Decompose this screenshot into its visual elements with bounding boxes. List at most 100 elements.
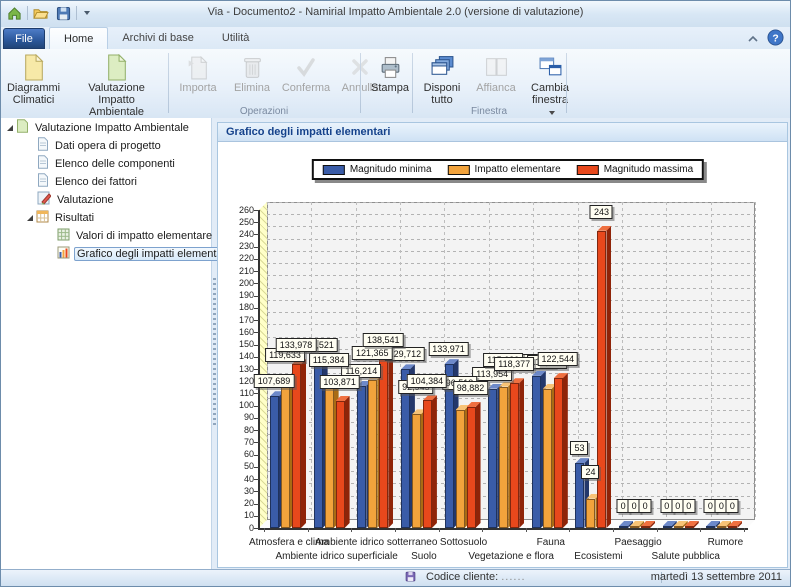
import-document-icon xyxy=(186,52,210,82)
file-menu-button[interactable]: File xyxy=(3,28,45,49)
expanded-triangle-icon[interactable] xyxy=(7,125,13,131)
gridline-vertical xyxy=(622,202,623,520)
bar xyxy=(663,526,672,528)
tree-item-elenco-delle-componenti[interactable]: Elenco delle componenti xyxy=(1,155,211,172)
y-axis-tick xyxy=(254,455,259,456)
y-axis-tick xyxy=(254,345,259,346)
navigation-tree: Valutazione Impatto Ambientale Dati oper… xyxy=(1,118,212,570)
y-axis-tick-label: 230 xyxy=(226,241,254,251)
stampa-button[interactable]: Stampa xyxy=(363,51,417,94)
tree-item-valori-di-impatto-elementare[interactable]: Valori di impatto elementare xyxy=(1,227,211,244)
y-axis-tick-label: 100 xyxy=(226,400,254,410)
collapse-ribbon-icon[interactable] xyxy=(747,31,759,49)
splitter-grip-icon xyxy=(213,278,216,428)
expanded-triangle-icon[interactable] xyxy=(27,215,33,221)
bar xyxy=(368,380,377,528)
x-axis-tick xyxy=(613,528,614,532)
y-axis-tick xyxy=(254,442,259,443)
gridline-vertical xyxy=(666,202,667,520)
x-axis-category-label: Suolo xyxy=(411,551,437,562)
x-axis-category-label: Paesaggio xyxy=(614,537,661,548)
gridline-horizontal xyxy=(267,251,755,252)
button-label: Diagrammi Climatici xyxy=(7,82,60,106)
affianca-button: Affianca xyxy=(469,51,523,94)
y-axis-tick-label: 60 xyxy=(226,449,254,459)
y-axis-tick-label: 210 xyxy=(226,266,254,276)
tree-item-risultati[interactable]: Risultati xyxy=(1,209,211,226)
window-title: Via - Documento2 - Namirial Impatto Ambi… xyxy=(1,6,790,18)
y-axis-tick-label: 150 xyxy=(226,339,254,349)
bar-side-face xyxy=(388,354,393,528)
tree-item-label: Grafico degli impatti elementari xyxy=(74,247,232,261)
legend-swatch-magnitudo-massima xyxy=(577,165,599,175)
tab-home[interactable]: Home xyxy=(49,27,108,50)
chart-plot: Magnitudo minima Impatto elementare Magn… xyxy=(218,142,787,567)
tab-archivi-di-base[interactable]: Archivi di base xyxy=(108,27,208,49)
document-green-icon xyxy=(105,52,129,82)
tree-item-valutazione-impatto-ambientale[interactable]: Valutazione Impatto Ambientale xyxy=(1,119,211,136)
x-axis-tick xyxy=(700,528,701,532)
table-icon xyxy=(36,210,49,226)
y-axis-tick xyxy=(254,467,259,468)
tree-item-dati-opera-di-progetto[interactable]: Dati opera di progetto xyxy=(1,137,211,154)
chart-legend: Magnitudo minima Impatto elementare Magn… xyxy=(312,159,704,180)
y-axis-tick xyxy=(254,210,259,211)
y-axis-tick-label: 180 xyxy=(226,302,254,312)
bar xyxy=(532,376,541,528)
y-axis-tick xyxy=(254,308,259,309)
y-axis-tick xyxy=(254,271,259,272)
grid-icon xyxy=(57,228,70,244)
bar-value-label: 0 xyxy=(639,499,652,513)
chart-panel: Grafico degli impatti elementari Magnitu… xyxy=(217,122,788,568)
elimina-button: Elimina xyxy=(225,51,279,94)
bar xyxy=(467,407,476,528)
client-code-value: ...... xyxy=(501,571,525,583)
x-axis-tick xyxy=(395,528,396,532)
bar xyxy=(292,364,301,528)
tab-utilita[interactable]: Utilità xyxy=(208,27,264,49)
x-axis-category-label: Ecosistemi xyxy=(574,551,622,562)
chart-icon xyxy=(57,246,70,262)
legend-swatch-magnitudo-minima xyxy=(323,165,345,175)
bar xyxy=(597,231,606,528)
bar xyxy=(685,526,694,528)
y-axis-tick xyxy=(254,491,259,492)
bar-value-label: 0 xyxy=(682,499,695,513)
bar-value-label: 133,971 xyxy=(428,342,469,356)
y-axis-tick-label: 90 xyxy=(226,412,254,422)
y-axis-tick-label: 240 xyxy=(226,229,254,239)
y-axis-tick xyxy=(254,504,259,505)
bar-value-label: 118,377 xyxy=(494,357,534,371)
conferma-button: Conferma xyxy=(279,51,333,94)
button-label: Conferma xyxy=(282,82,330,94)
y-axis-tick xyxy=(254,234,259,235)
x-axis-tick xyxy=(439,528,440,532)
bar-value-label: 133,978 xyxy=(276,338,317,352)
bar-value-label: 104,384 xyxy=(407,374,448,388)
gridline-horizontal xyxy=(267,239,755,240)
y-axis-tick-label: 250 xyxy=(226,217,254,227)
disponi-tutto-button[interactable]: Disponi tutto xyxy=(415,51,469,106)
y-axis-tick-label: 30 xyxy=(226,486,254,496)
valutazione-impatto-ambientale-button[interactable]: Valutazione Impatto Ambientale xyxy=(68,51,165,118)
bar xyxy=(554,378,563,528)
tree-item-grafico-degli-impatti-elementari[interactable]: Grafico degli impatti elementari xyxy=(1,245,211,262)
tree-item-valutazione[interactable]: Valutazione xyxy=(1,191,211,208)
button-label: Elimina xyxy=(234,82,270,94)
gridline-horizontal xyxy=(267,349,755,350)
x-axis-tick xyxy=(569,528,570,532)
help-icon[interactable]: ? xyxy=(767,29,784,51)
gridline-vertical xyxy=(755,202,756,520)
tree-item-elenco-dei-fattori[interactable]: Elenco dei fattori xyxy=(1,173,211,190)
diagrammi-climatici-button[interactable]: Diagrammi Climatici xyxy=(5,51,62,106)
legend-item: Magnitudo minima xyxy=(323,164,432,175)
bar-side-face xyxy=(563,373,568,528)
legend-item: Magnitudo massima xyxy=(577,164,693,175)
legend-label: Magnitudo minima xyxy=(350,164,432,175)
x-axis-tick xyxy=(351,528,352,532)
bar-value-label: 53 xyxy=(570,441,588,455)
bar-value-label: 138,541 xyxy=(363,333,404,347)
gridline-horizontal xyxy=(267,226,755,227)
gridline-horizontal xyxy=(267,312,755,313)
y-axis-tick-label: 200 xyxy=(226,278,254,288)
